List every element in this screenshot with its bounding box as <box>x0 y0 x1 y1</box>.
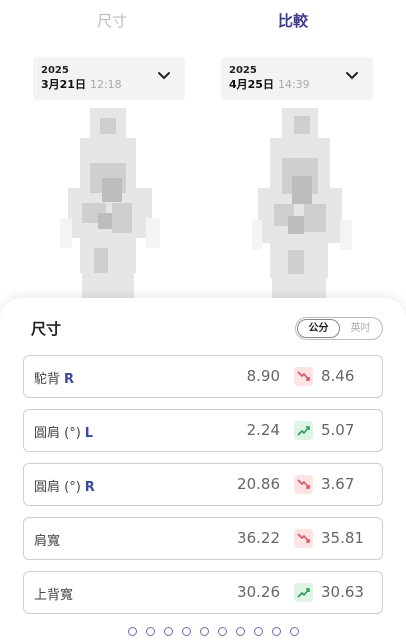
measurement-label: 上背寬 <box>34 584 73 603</box>
measurement-label: 圓肩 (°) L <box>34 422 93 441</box>
page-dot[interactable] <box>218 627 227 636</box>
measurement-before-value: 36.22 <box>237 529 280 547</box>
trend-up-icon <box>294 421 313 440</box>
measurement-label: 肩寬 <box>34 530 60 549</box>
measurement-row[interactable]: 駝背 R 8.90 8.46 <box>23 355 383 398</box>
measurement-side: R <box>84 480 95 495</box>
measurement-row[interactable]: 上背寬 30.26 30.63 <box>23 571 383 614</box>
unit-inch-button[interactable]: 英吋 <box>339 319 382 338</box>
measurement-row[interactable]: 圓肩 (°) R 20.86 3.67 <box>23 463 383 506</box>
unit-cm-button[interactable]: 公分 <box>297 319 340 338</box>
measurement-label: 駝背 R <box>34 368 74 387</box>
tab-bar: 尺寸 比較 <box>0 0 406 44</box>
left-date-day: 3月21日 <box>41 78 86 91</box>
measurement-before-value: 2.24 <box>246 421 280 439</box>
page-dot[interactable] <box>272 627 281 636</box>
measurement-side: L <box>84 426 94 441</box>
trend-down-icon <box>294 529 313 548</box>
tab-compare[interactable]: 比較 <box>278 10 308 31</box>
measurement-after-value: 30.63 <box>321 583 364 601</box>
measurement-name: 圓肩 (°) <box>34 426 81 441</box>
chevron-down-icon[interactable] <box>345 71 359 81</box>
measurement-side: R <box>64 372 75 387</box>
body-photo-after <box>252 108 352 298</box>
page-dot[interactable] <box>290 627 299 636</box>
measurement-before-value: 20.86 <box>237 475 280 493</box>
body-photo-before <box>60 108 160 298</box>
measurement-row[interactable]: 肩寬 36.22 35.81 <box>23 517 383 560</box>
measurement-name: 肩寬 <box>34 534 61 549</box>
tab-size[interactable]: 尺寸 <box>97 10 127 31</box>
page-dot[interactable] <box>146 627 155 636</box>
unit-toggle: 公分 英吋 <box>295 317 383 340</box>
measurement-before-value: 30.26 <box>237 583 280 601</box>
left-date-selector[interactable]: 2025 3月21日 12:18 <box>33 57 185 100</box>
page-indicator <box>0 625 406 640</box>
page-dot[interactable] <box>128 627 137 636</box>
measurement-before-value: 8.90 <box>246 367 280 385</box>
measurement-name: 駝背 <box>34 372 61 387</box>
chevron-down-icon[interactable] <box>157 71 171 81</box>
page-dot[interactable] <box>182 627 191 636</box>
measurement-label: 圓肩 (°) R <box>34 476 95 495</box>
measurement-name: 圓肩 (°) <box>34 480 81 495</box>
page-dot[interactable] <box>254 627 263 636</box>
section-title: 尺寸 <box>31 320 62 338</box>
page-dot[interactable] <box>200 627 209 636</box>
measurement-name: 上背寬 <box>34 588 74 603</box>
right-date-day: 4月25日 <box>229 78 274 91</box>
page-dot[interactable] <box>236 627 245 636</box>
left-date-time: 12:18 <box>89 78 122 91</box>
trend-up-icon <box>294 583 313 602</box>
measurement-row[interactable]: 圓肩 (°) L 2.24 5.07 <box>23 409 383 452</box>
trend-down-icon <box>294 367 313 386</box>
measurement-after-value: 3.67 <box>321 475 355 493</box>
right-date-selector[interactable]: 2025 4月25日 14:39 <box>221 57 373 100</box>
page-dot[interactable] <box>164 627 173 636</box>
right-date-time: 14:39 <box>277 78 310 91</box>
measurement-after-value: 5.07 <box>321 421 355 439</box>
measurement-after-value: 8.46 <box>321 367 355 385</box>
trend-down-icon <box>294 475 313 494</box>
measurement-after-value: 35.81 <box>321 529 364 547</box>
